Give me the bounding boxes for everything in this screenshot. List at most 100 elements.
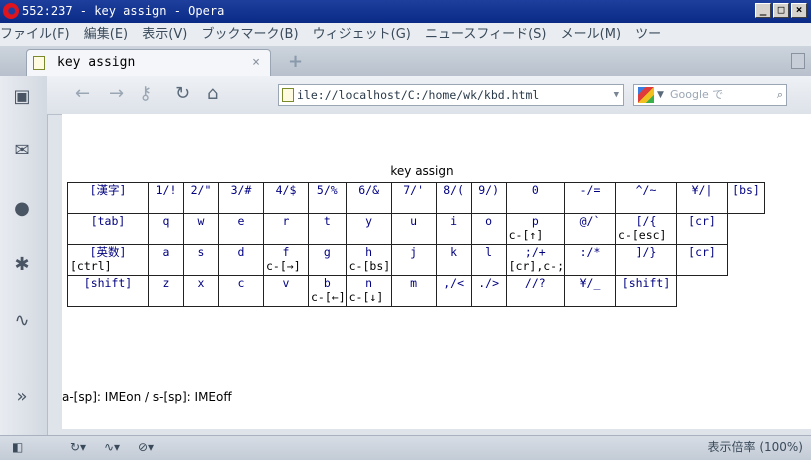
key-cell: q: [148, 213, 184, 245]
keyboard-row: [漢字] 1/! 2/" 3/# 4/$ 5/% 6/& 7/' 8/(9/) 0 -/= ^/~ ¥/…: [67, 182, 766, 214]
key-label: f: [282, 245, 290, 259]
block-icon[interactable]: ⊘▾: [138, 436, 154, 459]
search-field[interactable]: ▼ Google で ⌕: [633, 84, 787, 106]
page-content: key assign [漢字] 1/! 2/" 3/# 4/$ 5/% 6/& 7/' 8/(9…: [62, 114, 811, 429]
search-icon[interactable]: ⌕: [777, 85, 783, 105]
menu-view[interactable]: 表示(V): [142, 27, 187, 42]
key-cell: v: [263, 275, 309, 307]
menu-bookmarks[interactable]: ブックマーク(B): [201, 27, 298, 42]
menu-widgets[interactable]: ウィジェット(G): [313, 27, 411, 42]
key-cell: z: [148, 275, 184, 307]
keyboard-table: [漢字] 1/! 2/" 3/# 4/$ 5/% 6/& 7/' 8/(9/) 0 -/= ^/~ ¥/…: [67, 182, 766, 307]
key-label: g: [323, 245, 331, 259]
google-icon[interactable]: [638, 87, 654, 103]
mail-panel-icon[interactable]: ✉: [13, 142, 31, 160]
title-bar: 552:237 - key assign - Opera _ □ ×: [0, 0, 811, 23]
expand-panels-icon[interactable]: »: [13, 388, 31, 406]
home-icon[interactable]: ⌂: [207, 84, 218, 104]
key-cell: y: [345, 213, 392, 245]
key-cell: [shift]: [615, 275, 678, 307]
widgets-panel-icon[interactable]: ✱: [13, 256, 31, 274]
key-cell: ^/~: [615, 182, 678, 214]
wand-icon[interactable]: ⚷: [139, 84, 152, 104]
tab-key-assign[interactable]: key assign ×: [26, 49, 271, 76]
address-field[interactable]: ile://localhost/C:/home/wk/kbd.html ▼: [278, 84, 624, 106]
key-secondary-label: c-[↑]: [508, 228, 544, 242]
links-panel-icon[interactable]: ∿: [13, 312, 31, 330]
key-cell: i: [435, 213, 472, 245]
chevron-down-icon[interactable]: ▼: [657, 85, 664, 105]
key-label: u: [410, 214, 418, 228]
key-label: ,/<: [443, 276, 465, 290]
menu-file[interactable]: ファイル(F): [0, 27, 70, 42]
key-label: l: [485, 245, 493, 259]
key-label: k: [450, 245, 458, 259]
key-secondary-label: c-[←]: [311, 290, 346, 304]
menu-feeds[interactable]: ニュースフィード(S): [425, 27, 547, 42]
link-icon[interactable]: ∿▾: [104, 436, 120, 459]
opera-logo-icon: [3, 3, 19, 19]
key-label: 8/(: [443, 183, 465, 197]
key-cell: r: [263, 213, 309, 245]
key-label: s: [197, 245, 205, 259]
key-cell: b c-[←]: [308, 275, 347, 307]
menu-mail[interactable]: メール(M): [561, 27, 621, 42]
key-label: j: [410, 245, 418, 259]
menu-edit[interactable]: 編集(E): [84, 27, 128, 42]
bookmarks-panel-icon[interactable]: ▣: [13, 88, 31, 106]
sync-icon[interactable]: ↻▾: [70, 436, 86, 459]
key-label: ¥/|: [691, 183, 713, 197]
key-cell: e: [218, 213, 264, 245]
key-cell: l: [470, 244, 507, 276]
close-button[interactable]: ×: [791, 3, 807, 18]
key-cell: x: [183, 275, 219, 307]
back-icon[interactable]: ←: [75, 84, 90, 104]
key-cell: :/*: [564, 244, 617, 276]
trash-icon[interactable]: [791, 53, 805, 69]
key-label: [cr]: [688, 214, 716, 228]
window-title: 552:237 - key assign - Opera: [22, 4, 225, 18]
minimize-button[interactable]: _: [755, 3, 771, 18]
key-cell: ]/}: [615, 244, 678, 276]
page-icon: [282, 88, 294, 102]
zoom-level[interactable]: 表示倍率 (100%): [708, 436, 804, 459]
forward-icon[interactable]: →: [109, 84, 124, 104]
key-cell: //?: [505, 275, 566, 307]
key-cell: w: [183, 213, 219, 245]
key-cell: 4/$: [263, 182, 309, 214]
key-cell: -/=: [564, 182, 617, 214]
key-label: d: [237, 245, 245, 259]
navigation-bar: ← → ⚷ ↻ ⌂ ile://localhost/C:/home/wk/kbd…: [47, 76, 811, 115]
status-bar: ◧ ↻▾ ∿▾ ⊘▾ 表示倍率 (100%): [0, 435, 811, 460]
chevron-down-icon[interactable]: ▼: [614, 85, 619, 105]
address-url: ile://localhost/C:/home/wk/kbd.html: [297, 88, 540, 102]
key-label: n: [365, 276, 373, 290]
key-label: //?: [524, 276, 546, 290]
key-label: x: [197, 276, 205, 290]
key-cell: 5/%: [308, 182, 347, 214]
key-label: 1/!: [155, 183, 177, 197]
key-label: y: [365, 214, 373, 228]
key-cell: g: [308, 244, 347, 276]
key-cell: 8/(: [435, 182, 472, 214]
tab-close-icon[interactable]: ×: [252, 50, 260, 76]
new-tab-button[interactable]: +: [288, 53, 303, 71]
keyboard-row: [tab] q w e r t y u i o p c-[↑] @/` [/{c-[esc] [cr]: [67, 213, 765, 245]
key-cell: ;/+ [cr],c-;: [505, 244, 566, 276]
menu-tools[interactable]: ツー: [635, 27, 661, 42]
contacts-panel-icon[interactable]: ●: [13, 200, 31, 218]
key-label: p: [531, 214, 539, 228]
key-label: 2/": [190, 183, 212, 197]
maximize-button[interactable]: □: [773, 3, 789, 18]
key-cell: k: [435, 244, 472, 276]
key-cell: [英数] [ctrl]: [67, 244, 149, 276]
key-cell: ¥/_: [564, 275, 617, 307]
panel-toggle-icon[interactable]: ◧: [12, 436, 23, 459]
key-cell: a: [148, 244, 184, 276]
tab-bar: key assign × +: [0, 46, 811, 76]
reload-icon[interactable]: ↻: [175, 84, 190, 104]
key-cell: 1/!: [148, 182, 184, 214]
key-label: [shift]: [621, 276, 671, 290]
key-label: 3/#: [230, 183, 252, 197]
key-label: :/*: [579, 245, 601, 259]
